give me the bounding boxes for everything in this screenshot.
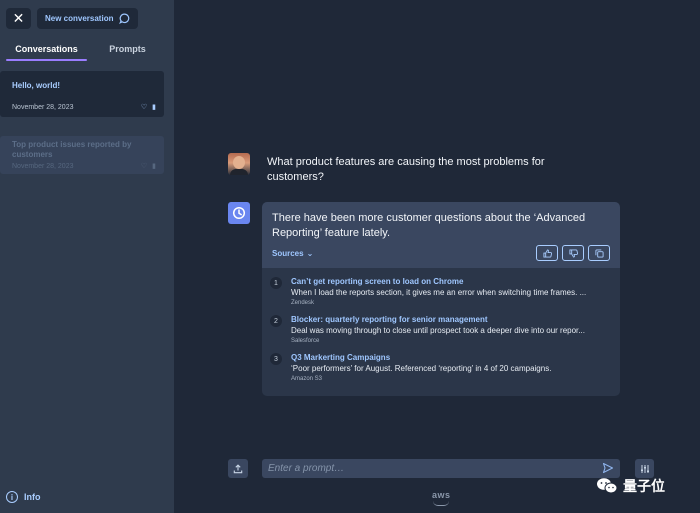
close-icon: ✕ — [12, 10, 25, 26]
user-message: What product features are causing the mo… — [267, 156, 545, 183]
trash-icon[interactable]: ▮ — [152, 103, 156, 111]
feedback-actions — [536, 245, 610, 261]
upload-button[interactable] — [228, 459, 248, 478]
watermark-text: 量子位 — [623, 478, 665, 494]
watermark: 量子位 — [596, 476, 665, 496]
assistant-logo-icon — [232, 206, 246, 220]
aws-logo: aws — [432, 490, 451, 506]
source-number: 3 — [270, 353, 282, 365]
copy-button[interactable] — [588, 245, 610, 261]
source-number: 2 — [270, 315, 282, 327]
info-label: Info — [24, 492, 41, 502]
source-origin: Zendesk — [291, 300, 315, 306]
conversation-date: November 28, 2023 — [12, 163, 74, 170]
thumbs-down-button[interactable] — [562, 245, 584, 261]
conversation-title: Top product issues reported by customers — [12, 140, 132, 159]
thumbs-up-button[interactable] — [536, 245, 558, 261]
sources-toggle[interactable]: Sources ⌄ — [272, 249, 313, 258]
send-icon[interactable] — [602, 462, 614, 474]
wechat-icon — [597, 478, 618, 494]
assistant-avatar — [228, 202, 250, 224]
conversation-title: Hello, world! — [12, 81, 60, 90]
conversation-actions: ♡ ▮ — [141, 162, 156, 170]
sources-label: Sources — [272, 249, 304, 258]
trash-icon[interactable]: ▮ — [152, 162, 156, 170]
source-origin: Salesforce — [291, 338, 320, 344]
info-button[interactable]: i Info — [6, 491, 41, 503]
info-icon: i — [6, 491, 18, 503]
new-conversation-button[interactable]: New conversation — [37, 8, 139, 29]
chat-bubble-icon — [119, 13, 130, 24]
source-title-link[interactable]: Blocker: quarterly reporting for senior … — [291, 315, 488, 324]
source-number: 1 — [270, 277, 282, 289]
conversation-date: November 28, 2023 — [12, 104, 74, 111]
conversation-item-hello-world[interactable]: Hello, world! November 28, 2023 ♡ ▮ — [0, 71, 164, 117]
sidebar: ✕ New conversation Conversations Prompts… — [0, 0, 174, 513]
conversation-actions: ♡ ▮ — [141, 103, 156, 111]
user-avatar — [228, 153, 250, 175]
source-snippet: ‘Poor performers’ for August. Referenced… — [291, 364, 552, 373]
source-title-link[interactable]: Can’t get reporting screen to load on Ch… — [291, 277, 463, 286]
thumbs-up-icon — [542, 248, 552, 258]
copy-icon — [594, 248, 604, 258]
source-title-link[interactable]: Q3 Markerting Campaigns — [291, 353, 390, 362]
new-conversation-label: New conversation — [45, 14, 114, 23]
source-snippet: When I load the reports section, it give… — [291, 288, 587, 297]
sources-panel: 1 Can’t get reporting screen to load on … — [262, 268, 620, 396]
heart-icon[interactable]: ♡ — [141, 103, 147, 111]
close-button[interactable]: ✕ — [6, 8, 31, 29]
sidebar-tabs: Conversations Prompts — [6, 40, 168, 61]
conversation-item-top-product-issues[interactable]: Top product issues reported by customers… — [0, 136, 164, 174]
assistant-message-bubble: There have been more customer questions … — [262, 202, 620, 268]
sliders-icon — [640, 464, 649, 473]
source-snippet: Deal was moving through to close until p… — [291, 326, 585, 335]
chevron-down-icon: ⌄ — [306, 249, 314, 258]
thumbs-down-icon — [568, 248, 578, 258]
heart-icon[interactable]: ♡ — [141, 162, 147, 170]
assistant-message: There have been more customer questions … — [272, 212, 586, 239]
prompt-input[interactable] — [262, 459, 620, 478]
upload-icon — [233, 463, 243, 473]
source-origin: Amazon S3 — [291, 376, 323, 382]
tab-conversations[interactable]: Conversations — [6, 40, 87, 61]
sidebar-top-bar: ✕ New conversation — [6, 8, 139, 30]
tab-prompts[interactable]: Prompts — [87, 40, 168, 60]
